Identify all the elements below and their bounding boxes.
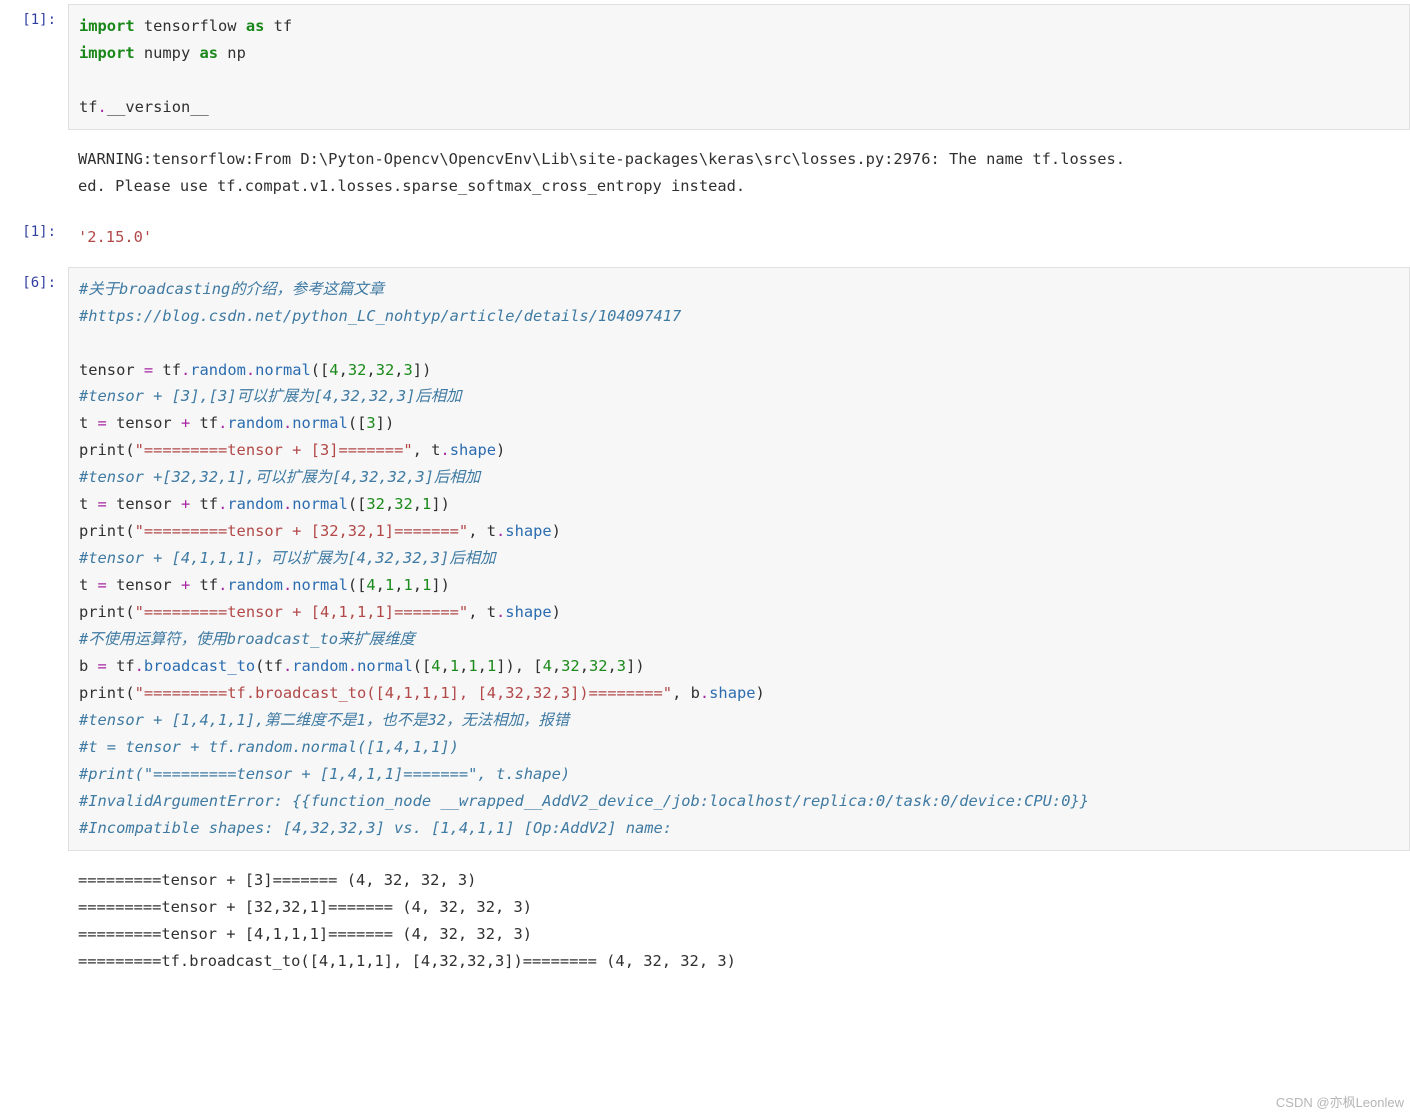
input-prompt-6: [6]: — [0, 263, 64, 304]
cell-1: [1]: import tensorflow as tf import nump… — [0, 0, 1410, 134]
notebook: [1]: import tensorflow as tf import nump… — [0, 0, 1410, 987]
output-prompt-1: [1]: — [0, 212, 64, 253]
empty-prompt-2 — [0, 855, 64, 871]
cell-1-warning: WARNING:tensorflow:From D:\Pyton-Opencv\… — [0, 134, 1410, 212]
warning-output[interactable]: WARNING:tensorflow:From D:\Pyton-Opencv\… — [68, 138, 1410, 208]
output-area-1[interactable]: '2.15.0' — [68, 216, 1410, 259]
code-area-1[interactable]: import tensorflow as tf import numpy as … — [68, 4, 1410, 130]
code-area-6[interactable]: #关于broadcasting的介绍，参考这篇文章 #https://blog.… — [68, 267, 1410, 851]
output-area-6[interactable]: =========tensor + [3]======= (4, 32, 32,… — [68, 859, 1410, 983]
cell-1-output: [1]: '2.15.0' — [0, 212, 1410, 263]
cell-6-output: =========tensor + [3]======= (4, 32, 32,… — [0, 855, 1410, 987]
empty-prompt — [0, 134, 64, 150]
input-prompt-1: [1]: — [0, 0, 64, 41]
watermark: CSDN @亦枫Leonlew — [1276, 1092, 1404, 1115]
cell-6: [6]: #关于broadcasting的介绍，参考这篇文章 #https://… — [0, 263, 1410, 855]
